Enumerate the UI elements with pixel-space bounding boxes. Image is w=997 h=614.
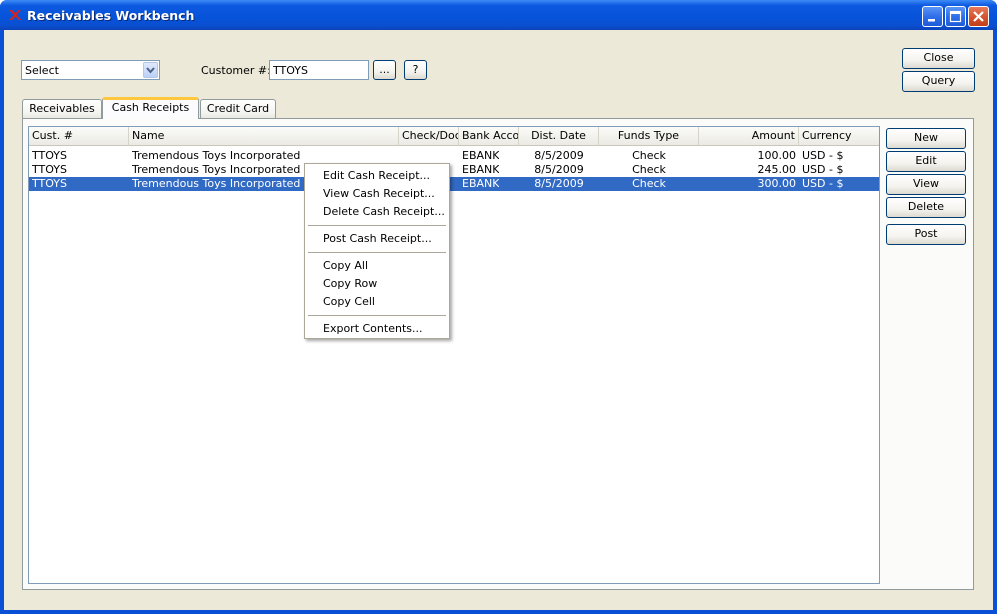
edit-button[interactable]: Edit	[886, 151, 966, 172]
context-menu: Edit Cash Receipt... View Cash Receipt..…	[304, 163, 450, 339]
menu-separator	[308, 315, 446, 316]
menu-separator	[308, 225, 446, 226]
cell-currency: USD - $	[802, 163, 844, 176]
table-row[interactable]: TTOYS Tremendous Toys Incorporated EBANK…	[29, 149, 879, 163]
customer-help-button[interactable]: ?	[404, 60, 427, 80]
post-button[interactable]: Post	[886, 224, 966, 245]
menu-separator	[308, 252, 446, 253]
close-button[interactable]: Close	[902, 48, 975, 69]
customer-number-label: Customer #:	[201, 64, 271, 77]
cell-name: Tremendous Toys Incorporated	[132, 163, 301, 176]
cell-name: Tremendous Toys Incorporated	[132, 177, 301, 190]
cell-currency: USD - $	[802, 149, 844, 162]
window-client-area: Select Customer #: TTOYS ... ? Close Que…	[4, 30, 993, 610]
cell-dist-date: 8/5/2009	[534, 163, 584, 176]
view-button[interactable]: View	[886, 174, 966, 195]
table-row[interactable]: TTOYS Tremendous Toys Incorporated EBANK…	[29, 163, 879, 177]
cell-amount: 300.00	[757, 177, 797, 190]
cell-cust: TTOYS	[32, 177, 68, 190]
tab-cash-receipts[interactable]: Cash Receipts	[102, 97, 199, 119]
window-title: Receivables Workbench	[27, 8, 195, 23]
close-icon	[973, 11, 984, 22]
tab-credit-card[interactable]: Credit Card	[200, 99, 276, 119]
menu-item-delete-cash-receipt[interactable]: Delete Cash Receipt...	[323, 204, 445, 220]
minimize-icon	[928, 19, 935, 22]
column-header-dist-date[interactable]: Dist. Date	[519, 127, 599, 146]
cell-amount: 245.00	[757, 163, 797, 176]
cell-bank-account: EBANK	[462, 163, 500, 176]
maximize-button[interactable]	[945, 6, 966, 27]
delete-button[interactable]: Delete	[886, 197, 966, 218]
menu-item-export-contents[interactable]: Export Contents...	[323, 321, 422, 337]
menu-item-edit-cash-receipt[interactable]: Edit Cash Receipt...	[323, 168, 430, 184]
dropdown-arrow-icon[interactable]	[143, 62, 158, 78]
customer-lookup-button[interactable]: ...	[373, 60, 396, 80]
cell-bank-account: EBANK	[462, 177, 500, 190]
cell-amount: 100.00	[757, 149, 797, 162]
customer-number-value: TTOYS	[273, 64, 309, 77]
column-header-currency[interactable]: Currency	[799, 127, 879, 146]
menu-item-copy-all[interactable]: Copy All	[323, 258, 368, 274]
menu-item-copy-row[interactable]: Copy Row	[323, 276, 377, 292]
cell-funds-type: Check	[632, 177, 666, 190]
column-header-cust[interactable]: Cust. #	[29, 127, 129, 146]
cell-funds-type: Check	[632, 149, 666, 162]
table-row-selected[interactable]: TTOYS Tremendous Toys Incorporated EBANK…	[29, 177, 879, 191]
menu-item-view-cash-receipt[interactable]: View Cash Receipt...	[323, 186, 435, 202]
column-header-name[interactable]: Name	[129, 127, 399, 146]
cell-dist-date: 8/5/2009	[534, 177, 584, 190]
cell-cust: TTOYS	[32, 163, 68, 176]
menu-item-copy-cell[interactable]: Copy Cell	[323, 294, 375, 310]
minimize-button[interactable]	[922, 6, 943, 27]
cell-funds-type: Check	[632, 163, 666, 176]
cell-name: Tremendous Toys Incorporated	[132, 149, 301, 162]
query-button[interactable]: Query	[902, 71, 975, 92]
column-header-amount[interactable]: Amount	[699, 127, 799, 146]
maximize-icon	[949, 10, 962, 23]
column-header-check-doc[interactable]: Check/Doc	[399, 127, 459, 146]
app-window: Receivables Workbench Select Customer #:…	[0, 0, 997, 614]
selection-combo[interactable]: Select	[21, 60, 160, 80]
xtuple-app-icon	[9, 10, 22, 20]
cash-receipts-table[interactable]: Cust. # Name Check/Doc Bank Accou Dist. …	[28, 126, 880, 584]
new-button[interactable]: New	[886, 128, 966, 149]
customer-number-field[interactable]: TTOYS	[269, 60, 369, 80]
cell-cust: TTOYS	[32, 149, 68, 162]
tab-receivables[interactable]: Receivables	[22, 99, 102, 119]
menu-item-post-cash-receipt[interactable]: Post Cash Receipt...	[323, 231, 432, 247]
selection-combo-value: Select	[25, 64, 59, 77]
cell-currency: USD - $	[802, 177, 844, 190]
column-header-funds-type[interactable]: Funds Type	[599, 127, 699, 146]
column-header-bank-account[interactable]: Bank Accou	[459, 127, 519, 146]
cell-bank-account: EBANK	[462, 149, 500, 162]
cell-dist-date: 8/5/2009	[534, 149, 584, 162]
close-window-button[interactable]	[968, 6, 989, 27]
title-bar[interactable]: Receivables Workbench	[0, 0, 997, 30]
